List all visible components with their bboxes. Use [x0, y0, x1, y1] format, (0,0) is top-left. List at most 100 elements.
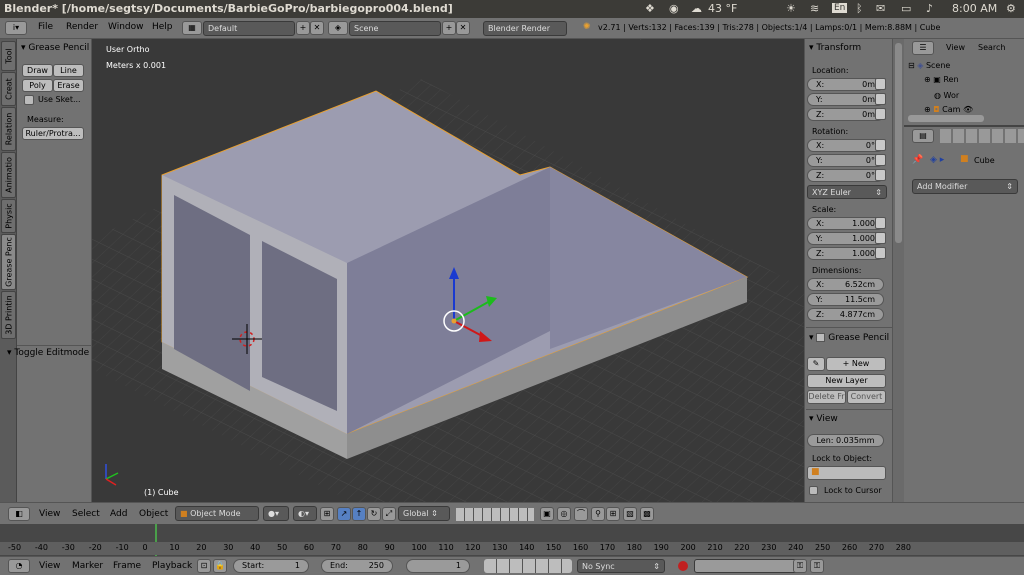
- dimension-z-field[interactable]: Z: 4.877cm: [807, 308, 884, 321]
- layer-lock-icon[interactable]: ▣: [540, 507, 554, 521]
- preview-range-icon[interactable]: ⊡: [197, 559, 211, 573]
- temperature-label[interactable]: 43 °F: [708, 2, 737, 15]
- lock-scale-x-icon[interactable]: [875, 217, 886, 229]
- chrome-icon[interactable]: ◉: [669, 2, 679, 15]
- outliner-view-menu[interactable]: View: [946, 43, 965, 52]
- scene-selector[interactable]: Scene: [349, 21, 441, 36]
- render-animation-icon[interactable]: ▩: [640, 507, 654, 521]
- volume-icon[interactable]: ♪: [926, 2, 933, 15]
- lock-rotation-y-icon[interactable]: [875, 154, 886, 166]
- scale-z-field[interactable]: Z: 1.000: [807, 247, 884, 260]
- lock-scale-y-icon[interactable]: [875, 232, 886, 244]
- pivot-selector[interactable]: ◐▾: [293, 506, 317, 521]
- transform-panel-header[interactable]: ▾ Transform: [809, 43, 861, 53]
- lock-scale-z-icon[interactable]: [875, 247, 886, 259]
- timeline-editor-icon[interactable]: ◔: [8, 559, 30, 573]
- location-z-field[interactable]: Z: 0m: [807, 108, 884, 121]
- tab-create[interactable]: Creat: [1, 72, 16, 106]
- viewport-scene[interactable]: [92, 39, 804, 502]
- convert-button[interactable]: Convert: [847, 390, 886, 404]
- menu-help[interactable]: Help: [152, 22, 173, 32]
- record-icon[interactable]: [678, 561, 688, 571]
- outliner-item-camera[interactable]: ⊕ ◘ Cam 👁: [924, 105, 973, 114]
- end-frame-field[interactable]: End: 250: [321, 559, 393, 573]
- layout-grid-icon[interactable]: ▦: [182, 21, 202, 35]
- outliner-scrollbar[interactable]: [908, 115, 984, 122]
- pencil-icon[interactable]: ✎: [807, 357, 825, 371]
- toggle-editmode-header[interactable]: ▾ Toggle Editmode: [7, 348, 89, 358]
- poly-button[interactable]: Poly: [22, 79, 53, 92]
- rotation-z-field[interactable]: Z: 0°: [807, 169, 884, 182]
- playback-controls[interactable]: [484, 559, 572, 573]
- dimension-x-field[interactable]: X: 6.52cm: [807, 278, 884, 291]
- rotation-x-field[interactable]: X: 0°: [807, 139, 884, 152]
- properties-context-tabs[interactable]: [940, 129, 1024, 143]
- n-panel-scrollbar[interactable]: [892, 39, 904, 502]
- rotation-y-field[interactable]: Y: 0°: [807, 154, 884, 167]
- menu-select[interactable]: Select: [72, 509, 100, 519]
- menu-object[interactable]: Object: [139, 509, 168, 519]
- weather-icon[interactable]: ☁: [691, 2, 702, 15]
- outliner-editor-icon[interactable]: ☰: [912, 41, 934, 55]
- scale-x-field[interactable]: X: 1.000: [807, 217, 884, 230]
- 3d-viewport[interactable]: User Ortho Meters x 0.001 (1) Cube: [92, 39, 804, 502]
- mode-selector[interactable]: ■ Object Mode: [175, 506, 259, 521]
- layout-selector[interactable]: Default: [203, 21, 295, 36]
- scale-icon[interactable]: ⤢: [382, 507, 396, 521]
- dimension-y-field[interactable]: Y: 11.5cm: [807, 293, 884, 306]
- clock[interactable]: 8:00 AM: [952, 2, 997, 15]
- outliner-item-world[interactable]: ◍ Wor: [934, 91, 959, 100]
- translate-manipulator-icon[interactable]: ↗: [337, 507, 351, 521]
- grease-pencil-panel-header-n[interactable]: ▾ Grease Pencil: [809, 333, 889, 343]
- lock-location-x-icon[interactable]: [875, 78, 886, 90]
- add-scene-icon[interactable]: +: [442, 21, 456, 35]
- rotation-mode-selector[interactable]: XYZ Euler ⇕: [807, 185, 887, 199]
- menu-add[interactable]: Add: [110, 509, 127, 519]
- proportional-falloff-icon[interactable]: ⌒: [574, 507, 588, 521]
- remove-scene-icon[interactable]: ✕: [456, 21, 470, 35]
- tab-grease-pencil[interactable]: Grease Penc: [1, 234, 16, 290]
- keyboard-layout[interactable]: En: [832, 3, 848, 13]
- erase-button[interactable]: Erase: [53, 79, 84, 92]
- lock-rotation-x-icon[interactable]: [875, 139, 886, 151]
- keying-set-field[interactable]: [694, 559, 804, 573]
- shading-selector[interactable]: ●▾: [263, 506, 289, 521]
- eye-icon[interactable]: 👁: [963, 105, 973, 114]
- orientation-selector[interactable]: Global ⇕: [398, 506, 450, 521]
- properties-editor-icon[interactable]: ▤: [912, 129, 934, 143]
- brightness-icon[interactable]: ☀: [786, 2, 796, 15]
- bluetooth-icon[interactable]: ᛒ: [856, 2, 863, 15]
- layer-buttons[interactable]: [456, 508, 534, 521]
- menu-render[interactable]: Render: [66, 22, 98, 32]
- new-layer-button[interactable]: New Layer: [807, 374, 886, 388]
- editor-type-icon[interactable]: i▾: [5, 21, 27, 35]
- tab-3d-printing[interactable]: 3D Printin: [1, 291, 16, 339]
- lock-location-y-icon[interactable]: [875, 93, 886, 105]
- snap-element-icon[interactable]: ⊞: [606, 507, 620, 521]
- tab-physics[interactable]: Physic: [1, 199, 16, 233]
- tab-relations[interactable]: Relation: [1, 107, 16, 151]
- location-x-field[interactable]: X: 0m: [807, 78, 884, 91]
- lock-range-icon[interactable]: 🔒: [213, 559, 227, 573]
- timeline-menu-playback[interactable]: Playback: [152, 561, 192, 571]
- lock-rotation-z-icon[interactable]: [875, 169, 886, 181]
- menu-window[interactable]: Window: [108, 22, 144, 32]
- render-preview-icon[interactable]: ▧: [623, 507, 637, 521]
- current-frame-field[interactable]: 1: [406, 559, 470, 573]
- grease-pencil-checkbox[interactable]: [816, 333, 826, 342]
- draw-button[interactable]: Draw: [22, 64, 53, 77]
- battery-icon[interactable]: ▭: [901, 2, 911, 15]
- remove-layout-icon[interactable]: ✕: [310, 21, 324, 35]
- tab-animation[interactable]: Animatio: [1, 152, 16, 198]
- lens-field[interactable]: Len: 0.035mm: [807, 434, 884, 447]
- line-button[interactable]: Line: [53, 64, 84, 77]
- add-layout-icon[interactable]: +: [296, 21, 310, 35]
- n-panel-scroll-thumb[interactable]: [895, 43, 902, 243]
- snap-icon[interactable]: ⚲: [591, 507, 605, 521]
- use-sketching-checkbox[interactable]: [24, 95, 34, 105]
- view-panel-header[interactable]: ▾ View: [809, 414, 838, 424]
- lock-location-z-icon[interactable]: [875, 108, 886, 120]
- lock-to-cursor-checkbox[interactable]: [809, 486, 818, 495]
- start-frame-field[interactable]: Start: 1: [233, 559, 309, 573]
- rotate-icon[interactable]: ↻: [367, 507, 381, 521]
